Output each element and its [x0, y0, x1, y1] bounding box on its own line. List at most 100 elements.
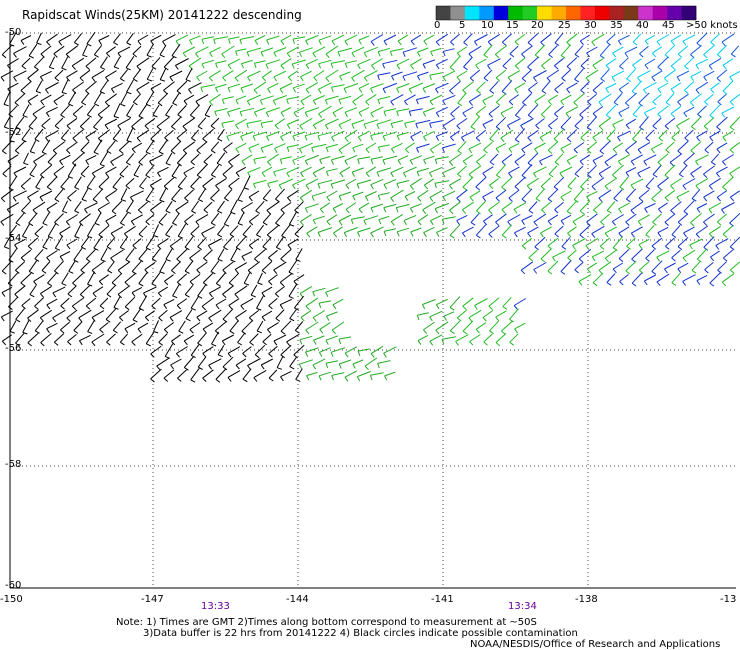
wind-barb — [178, 320, 186, 334]
wind-barb — [125, 56, 135, 71]
wind-barb — [612, 118, 624, 129]
wind-barb — [138, 248, 148, 263]
wind-barb — [136, 57, 150, 71]
wind-barb — [120, 91, 128, 107]
wind-barb — [676, 117, 690, 130]
wind-barb — [643, 81, 657, 94]
wind-barb — [104, 118, 118, 130]
wind-barb — [255, 224, 265, 238]
wind-barb — [626, 68, 636, 83]
wind-barb — [566, 82, 578, 94]
wind-barb — [716, 190, 728, 202]
wind-barb — [632, 58, 642, 70]
wind-barb — [239, 36, 255, 45]
wind-barb — [324, 95, 339, 105]
wind-barb — [721, 33, 735, 47]
wind-barb — [106, 285, 116, 298]
wind-barb — [171, 117, 181, 131]
wind-barb — [331, 84, 345, 93]
wind-barb — [259, 95, 274, 105]
wind-barb — [195, 213, 209, 226]
wind-barb — [599, 140, 611, 155]
wind-barb — [402, 47, 418, 57]
wind-barb — [722, 154, 734, 166]
wind-barb — [514, 177, 526, 191]
wind-barb — [80, 165, 90, 178]
wind-barb — [547, 141, 559, 154]
wind-barb — [434, 180, 450, 189]
wind-barb — [144, 261, 156, 274]
wind-barb — [612, 262, 624, 274]
wind-barb — [67, 334, 77, 346]
wind-barb — [184, 236, 194, 251]
wind-barb — [94, 212, 102, 226]
wind-barb — [107, 261, 115, 274]
wind-barb — [475, 105, 487, 118]
wind-barb — [358, 35, 370, 45]
wind-barb — [202, 369, 214, 382]
wind-barb — [363, 46, 378, 58]
wind-barb — [145, 235, 155, 251]
wind-barb — [292, 83, 305, 93]
wind-barb — [27, 332, 39, 347]
lat-label: -52 — [5, 127, 22, 138]
wind-barb — [489, 320, 499, 335]
lon-label: -147 — [141, 594, 164, 605]
wind-barb — [241, 251, 253, 261]
wind-barb — [279, 298, 293, 310]
wind-barb — [514, 57, 526, 70]
time-label: 13:33 — [201, 601, 230, 612]
scale-swatch — [508, 6, 523, 20]
wind-barb — [573, 188, 585, 203]
wind-barb — [423, 34, 435, 46]
wind-barb — [311, 191, 327, 201]
wind-barb — [632, 33, 642, 46]
wind-barb — [598, 117, 612, 131]
wind-barb — [97, 105, 111, 119]
wind-barb — [665, 237, 675, 250]
wind-barb — [58, 34, 72, 46]
wind-barb — [183, 334, 195, 346]
wind-barb — [54, 188, 64, 203]
wind-barb — [159, 44, 167, 58]
wind-barb — [143, 286, 157, 298]
wind-barb — [73, 33, 83, 46]
wind-barb — [333, 226, 343, 238]
wind-barb — [293, 106, 305, 117]
wind-barb — [172, 283, 180, 299]
wind-barb — [34, 56, 44, 71]
wind-barb — [710, 153, 720, 166]
wind-barb — [74, 176, 82, 190]
wind-barb — [317, 227, 333, 238]
wind-barb — [541, 80, 551, 94]
wind-barb — [175, 34, 189, 46]
wind-barb — [221, 45, 235, 59]
wind-barb — [249, 333, 259, 346]
scale-swatch — [638, 6, 653, 20]
wind-barb — [111, 200, 123, 215]
wind-barb — [275, 212, 285, 227]
wind-barb — [652, 117, 662, 130]
wind-barb — [364, 191, 377, 202]
wind-barb — [651, 46, 662, 58]
wind-barb — [152, 224, 160, 238]
wind-barb — [293, 344, 305, 359]
scale-swatch — [537, 6, 552, 20]
wind-barb — [540, 248, 552, 263]
wind-barb — [370, 83, 384, 94]
wind-barb — [21, 298, 31, 310]
wind-barb — [268, 298, 278, 310]
wind-barb — [423, 130, 435, 142]
wind-barb — [300, 94, 312, 106]
wind-barb — [243, 175, 251, 190]
wind-barb — [526, 177, 540, 190]
wind-barb — [53, 333, 65, 346]
wind-barb — [222, 261, 234, 274]
wind-barb — [554, 202, 564, 214]
wind-barb — [651, 70, 663, 82]
wind-barb — [21, 57, 31, 70]
wind-barb — [600, 213, 610, 226]
wind-barb — [396, 108, 410, 117]
wind-barb — [85, 130, 97, 142]
wind-barb — [286, 96, 300, 105]
